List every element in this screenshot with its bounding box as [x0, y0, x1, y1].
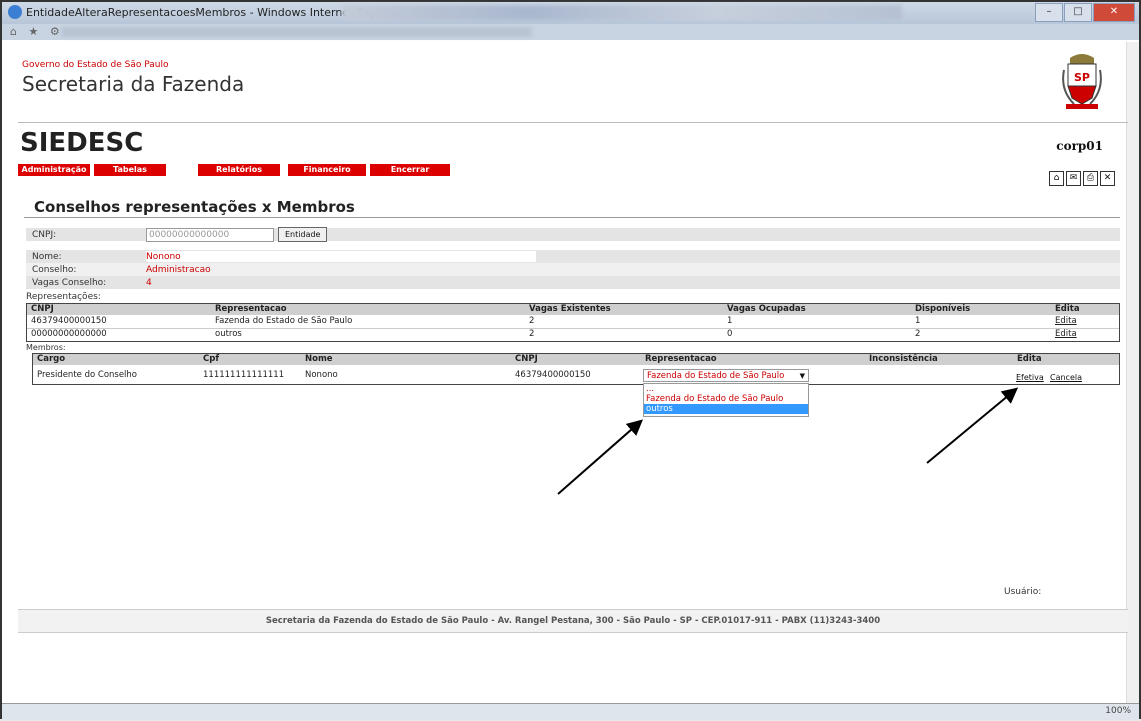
- status-bar: 100%: [2, 703, 1139, 720]
- arrow-to-dropdown: [557, 419, 644, 495]
- browser-window: EntidadeAlteraRepresentacoesMembros - Wi…: [0, 0, 1141, 720]
- arrow-to-efetiva: [926, 387, 1019, 464]
- usuario-label: Usuário:: [1004, 587, 1042, 597]
- page-footer: Secretaria da Fazenda do Estado de São P…: [18, 609, 1128, 633]
- zoom-level[interactable]: 100%: [1105, 706, 1131, 716]
